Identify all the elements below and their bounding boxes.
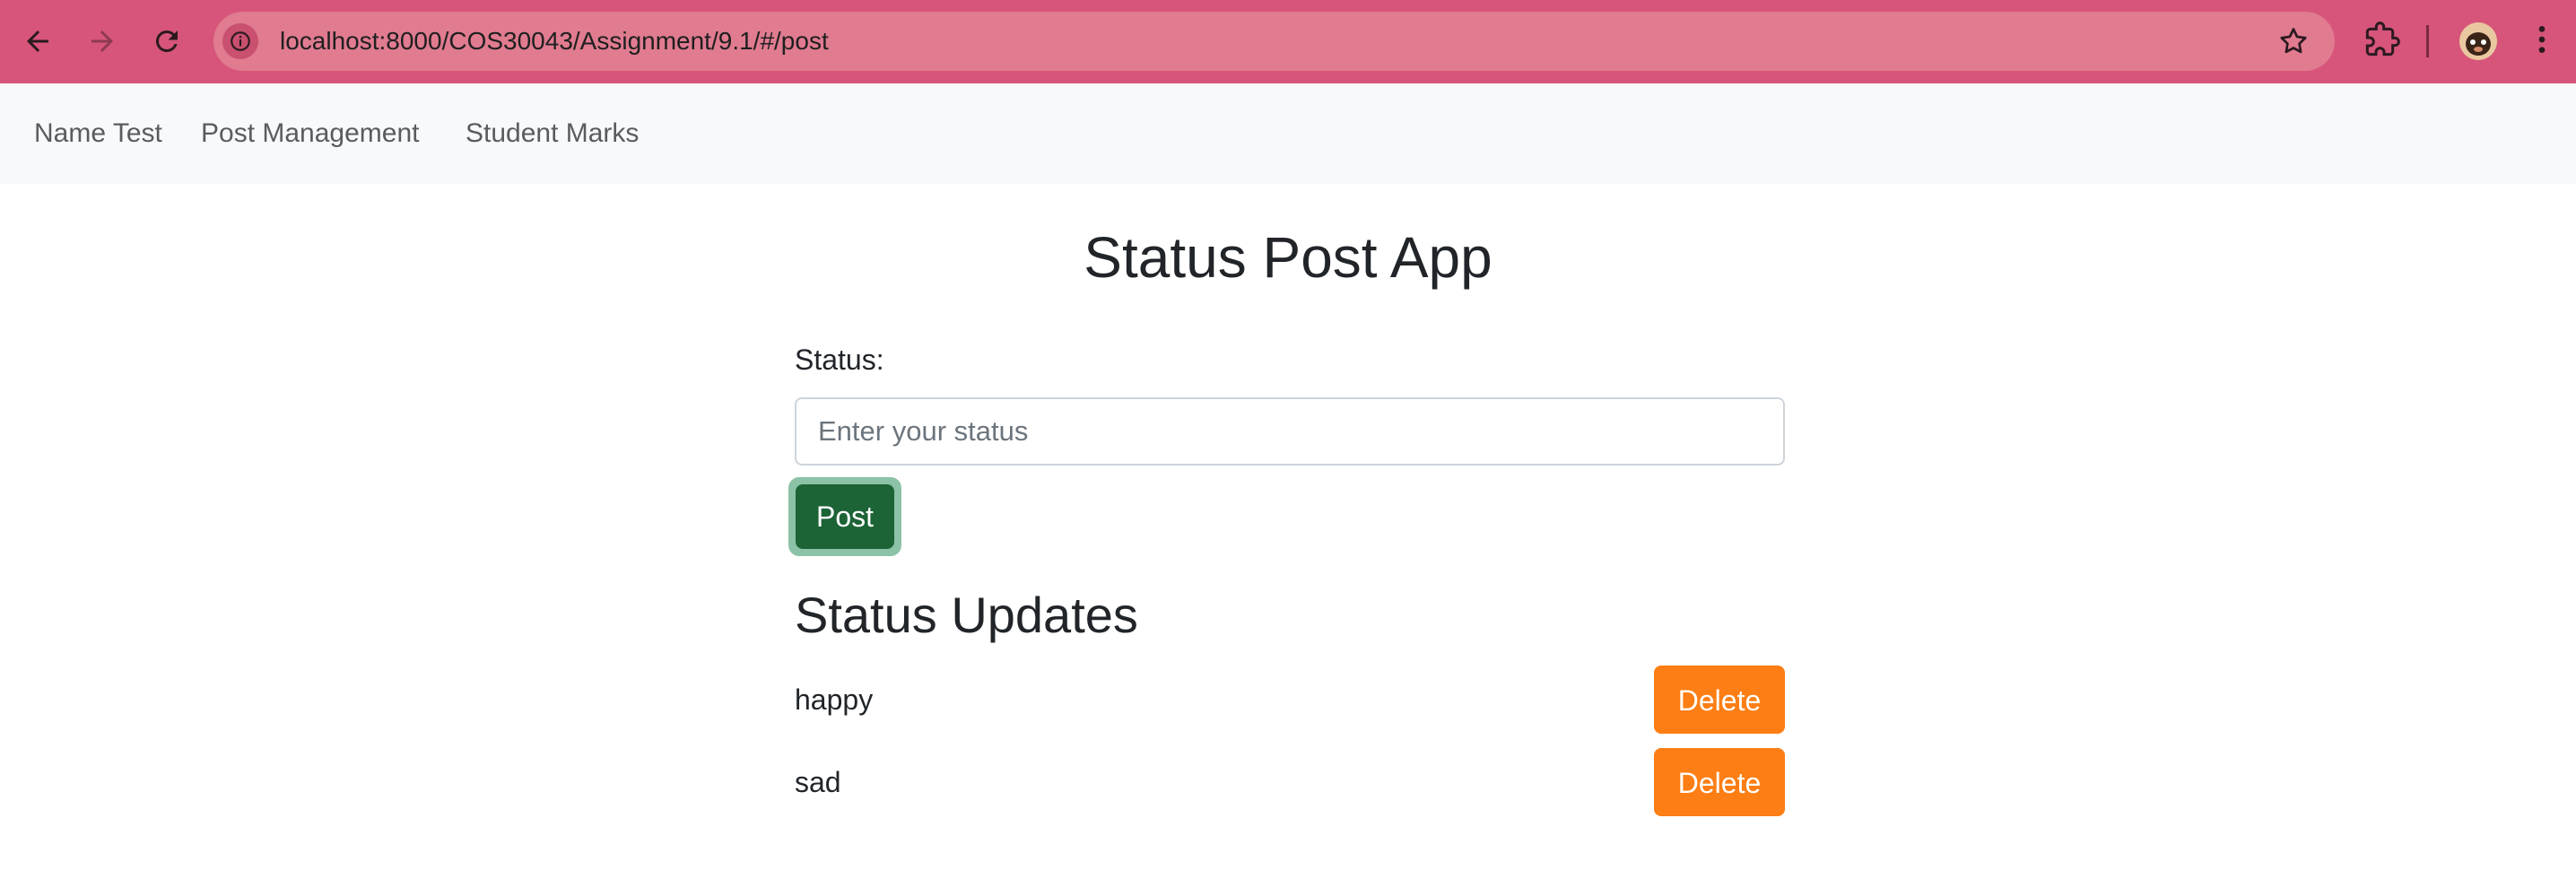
- bookmark-star-icon[interactable]: [2277, 25, 2310, 57]
- status-text: sad: [795, 766, 841, 798]
- post-button-label: Post: [796, 484, 894, 549]
- post-button[interactable]: Post: [788, 477, 901, 556]
- menu-kebab-icon[interactable]: [2524, 22, 2560, 57]
- toolbar-divider: [2426, 25, 2429, 57]
- reload-icon[interactable]: [145, 20, 188, 63]
- profile-avatar[interactable]: [2459, 22, 2497, 60]
- address-bar[interactable]: localhost:8000/COS30043/Assignment/9.1/#…: [213, 12, 2335, 71]
- extensions-icon[interactable]: [2364, 22, 2400, 57]
- site-info-icon[interactable]: [222, 23, 258, 59]
- list-item: happy Delete: [795, 666, 1785, 734]
- status-label: Status:: [795, 344, 884, 376]
- status-input[interactable]: [795, 397, 1785, 466]
- forward-icon[interactable]: [81, 20, 124, 63]
- delete-button[interactable]: Delete: [1654, 748, 1785, 816]
- page-title: Status Post App: [1083, 225, 1493, 290]
- browser-toolbar: localhost:8000/COS30043/Assignment/9.1/#…: [0, 0, 2576, 83]
- nav-link-name-test[interactable]: Name Test: [34, 83, 162, 184]
- url-text[interactable]: localhost:8000/COS30043/Assignment/9.1/#…: [280, 12, 829, 71]
- status-updates-heading: Status Updates: [795, 587, 1138, 643]
- status-text: happy: [795, 683, 874, 716]
- nav-link-student-marks[interactable]: Student Marks: [466, 83, 639, 184]
- list-item: sad Delete: [795, 748, 1785, 816]
- nav-link-post-management[interactable]: Post Management: [201, 83, 419, 184]
- delete-button[interactable]: Delete: [1654, 666, 1785, 734]
- back-icon[interactable]: [16, 20, 59, 63]
- app-navbar: Name Test Post Management Student Marks: [0, 83, 2576, 184]
